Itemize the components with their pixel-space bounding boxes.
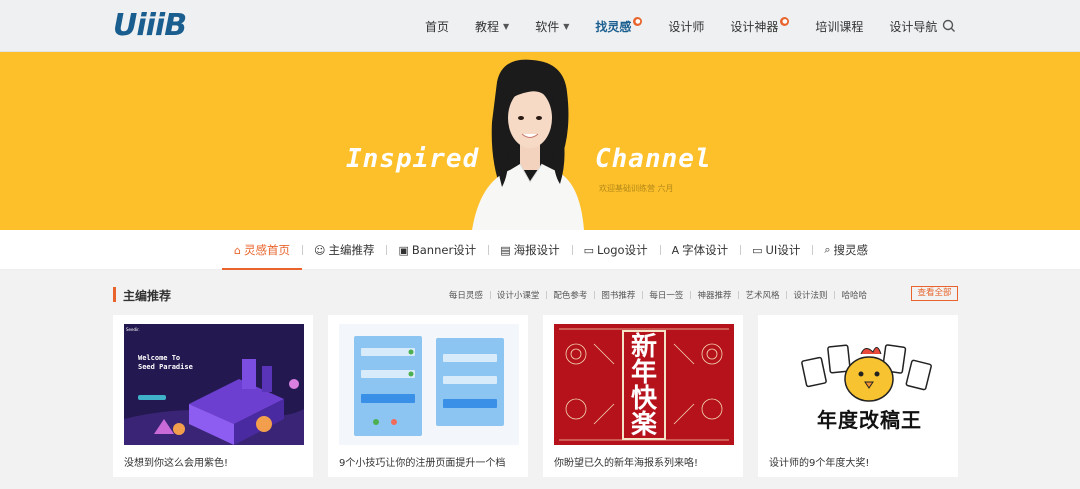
signup-form-illustration (354, 336, 504, 436)
nav-item-home[interactable]: 首页 (425, 18, 449, 35)
monitor-icon: ▭ (752, 243, 763, 257)
tab-label: 搜灵感 (833, 243, 869, 257)
hero-banner: Inspired Channel 欢迎基础训练营 六月 (0, 52, 1080, 230)
tab-label: Banner设计 (411, 243, 477, 257)
nav-label: 培训课程 (815, 19, 864, 34)
view-all-button[interactable]: 查看全部 (911, 286, 958, 301)
tab-label: 字体设计 (682, 243, 729, 257)
main-nav: 首页 教程 ▼ 软件 ▼ 找灵感 ● 设计师 设计神器 ● 培训课程 设计导航 (412, 0, 950, 52)
hot-badge-icon: ● (633, 16, 643, 26)
portrait-image (462, 52, 592, 230)
nav-item-design-tools[interactable]: 设计神器 ● (730, 16, 790, 35)
nav-item-software[interactable]: 软件 ▼ (535, 18, 569, 35)
section-link[interactable]: 神器推荐 (690, 289, 738, 301)
nav-label: 找灵感 (595, 19, 632, 34)
card-caption[interactable]: 9个小技巧让你的注册页面提升一个档 (339, 454, 505, 469)
site-logo[interactable]: UiiiB (113, 10, 213, 42)
category-tabs: ⌂ 灵感首页 ☺ 主编推荐 ▣ Banner设计 ▤ 海报设计 ▭ Logo设计 A 字体设… (0, 230, 1080, 270)
section-link[interactable]: 哈哈哈 (834, 289, 874, 301)
article-card[interactable]: Seedir. Welcome To Seed Paradise 没想到你这么会用… (113, 315, 313, 477)
section-link[interactable]: 设计法则 (786, 289, 834, 301)
search-icon: ⌕ (824, 243, 831, 256)
keyboard-icon: ▭ (583, 243, 594, 257)
card-thumbnail[interactable]: Seedir. Welcome To Seed Paradise (124, 324, 304, 445)
article-card[interactable]: 年度改稿王 设计师的9个年度大奖! (758, 315, 958, 477)
nav-item-tutorials[interactable]: 教程 ▼ (475, 18, 509, 35)
tab-label: Logo设计 (597, 243, 648, 257)
nav-item-design-nav[interactable]: 设计导航 (889, 18, 937, 35)
tab-poster-design[interactable]: ▤ 海报设计 (488, 230, 571, 270)
section-link[interactable]: 图书推荐 (594, 289, 642, 301)
tab-inspiration-home[interactable]: ⌂ 灵感首页 (222, 230, 302, 270)
font-icon: A (671, 243, 680, 257)
hanzi-char: 快 (630, 384, 657, 414)
image-icon: ▣ (398, 243, 409, 257)
card-thumbnail[interactable]: 新 年 快 楽 (554, 324, 734, 445)
nav-label: 教程 (475, 19, 500, 34)
section-link[interactable]: 艺术风格 (738, 289, 786, 301)
chevron-down-icon: ▼ (503, 21, 510, 31)
tab-search-inspiration[interactable]: ⌕ 搜灵感 (812, 230, 880, 270)
banner-subtitle: 欢迎基础训练营 六月 (599, 184, 674, 193)
award-title: 年度改稿王 (817, 408, 922, 432)
section-link[interactable]: 配色参考 (546, 289, 594, 301)
banner-title-right: Channel (595, 144, 712, 174)
tab-label: UI设计 (765, 243, 801, 257)
section-accent-bar (113, 287, 116, 302)
tab-editor-picks[interactable]: ☺ 主编推荐 (301, 230, 386, 270)
nav-label: 设计导航 (889, 19, 938, 34)
card-caption[interactable]: 没想到你这么会用紫色! (124, 454, 228, 469)
card-thumbnail[interactable]: 年度改稿王 (769, 324, 949, 445)
tab-logo-design[interactable]: ▭ Logo设计 (571, 230, 660, 270)
tab-label: 海报设计 (513, 243, 560, 257)
poster-icon: ▤ (500, 243, 511, 257)
article-card[interactable]: 9个小技巧让你的注册页面提升一个档 (328, 315, 528, 477)
nav-label: 设计神器 (730, 19, 779, 34)
tab-font-design[interactable]: A 字体设计 (659, 230, 741, 270)
chevron-down-icon: ▼ (563, 21, 570, 31)
card-caption[interactable]: 设计师的9个年度大奖! (769, 454, 869, 469)
nav-item-designers[interactable]: 设计师 (668, 18, 704, 35)
tab-ui-design[interactable]: ▭ UI设计 (740, 230, 812, 270)
purple-factory-illustration (124, 359, 304, 445)
section-link[interactable]: 每日一签 (642, 289, 690, 301)
nav-item-courses[interactable]: 培训课程 (815, 18, 863, 35)
search-icon[interactable] (940, 17, 958, 35)
smile-icon: ☺ (313, 243, 326, 257)
hanzi-char: 年 (630, 358, 657, 388)
nav-label: 软件 (535, 19, 560, 34)
section-link[interactable]: 设计小课堂 (489, 289, 547, 301)
banner-title-left: Inspired (346, 144, 480, 174)
section-link[interactable]: 每日灵感 (442, 289, 490, 301)
hot-badge-icon: ● (780, 16, 790, 26)
section-title: 主编推荐 (123, 289, 172, 303)
tab-label: 主编推荐 (328, 243, 375, 257)
nav-label: 首页 (425, 19, 450, 34)
article-card[interactable]: 新 年 快 楽 你盼望已久的新年海报系列来咯! (543, 315, 743, 477)
hanzi-char: 新 (630, 332, 657, 362)
card-thumbnail[interactable] (339, 324, 519, 445)
section-links: 每日灵感 设计小课堂 配色参考 图书推荐 每日一签 神器推荐 艺术风格 设计法则… (442, 289, 874, 301)
tab-banner-design[interactable]: ▣ Banner设计 (386, 230, 488, 270)
top-navbar: UiiiB 首页 教程 ▼ 软件 ▼ 找灵感 ● 设计师 设计神器 ● 培训课程 设计导… (0, 0, 1080, 52)
logo-text: UiiiB (113, 8, 187, 43)
card-caption[interactable]: 你盼望已久的新年海报系列来咯! (554, 454, 698, 469)
tab-label: 灵感首页 (243, 243, 290, 257)
hanzi-char: 楽 (630, 410, 657, 440)
section-header: 主编推荐 每日灵感 设计小课堂 配色参考 图书推荐 每日一签 神器推荐 艺术风格… (113, 285, 958, 305)
home-icon: ⌂ (234, 243, 241, 257)
nav-item-inspiration[interactable]: 找灵感 ● (595, 16, 643, 35)
nav-label: 设计师 (668, 19, 705, 34)
